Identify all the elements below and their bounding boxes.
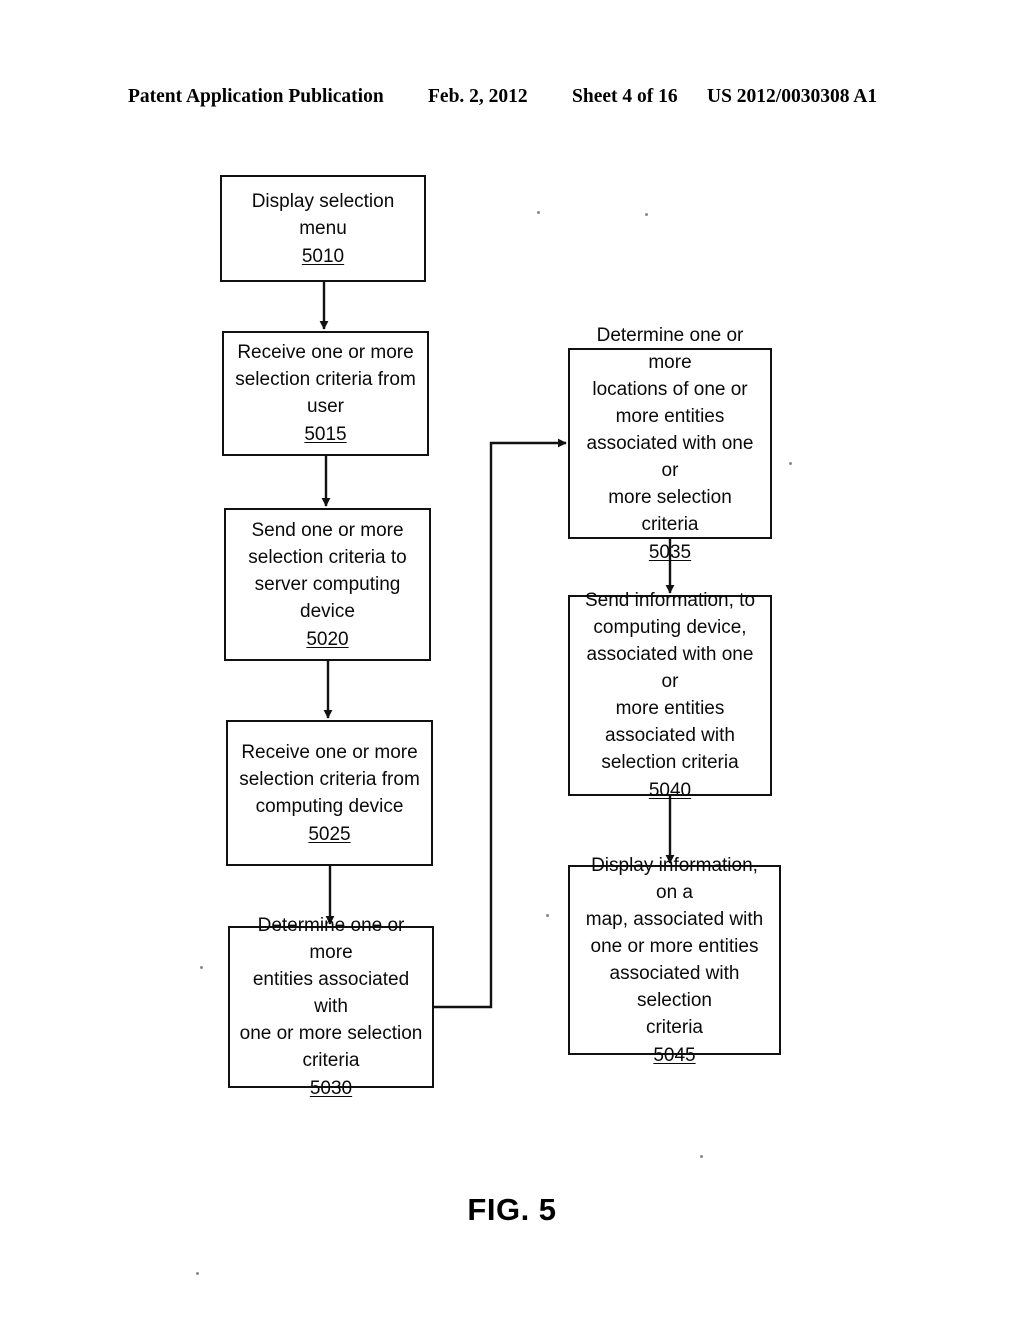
scan-speckle xyxy=(200,966,203,969)
flowchart-node-5020-text: Send one or more selection criteria to s… xyxy=(248,519,407,622)
flowchart-node-5040-text: Send information, to computing device, a… xyxy=(584,590,756,773)
flowchart-node-5035-text: Determine one or more locations of one o… xyxy=(586,324,754,535)
flowchart-node-5045-ref: 5045 xyxy=(653,1044,696,1066)
flowchart-node-5025[interactable]: Receive one or more selection criteria f… xyxy=(226,720,433,866)
scan-speckle xyxy=(537,211,540,214)
flowchart-node-5015[interactable]: Receive one or more selection criteria f… xyxy=(222,331,429,456)
flowchart-connector-layer xyxy=(319,282,675,1009)
flowchart-node-5040[interactable]: Send information, to computing device, a… xyxy=(568,590,772,801)
flowchart-node-5015-text: Receive one or more selection criteria f… xyxy=(235,342,416,417)
scan-speckle xyxy=(700,1155,703,1158)
flowchart-node-5030-text: Determine one or more entities associate… xyxy=(239,915,423,1071)
flowchart-diagram: Display selection menu 5010 Receive one … xyxy=(0,0,1024,1320)
flowchart-node-5025-text: Receive one or more selection criteria f… xyxy=(239,741,420,817)
scan-speckle xyxy=(645,213,648,216)
figure-caption: FIG. 5 xyxy=(467,1192,557,1227)
flowchart-node-5020-ref: 5020 xyxy=(306,628,349,650)
flowchart-node-5025-ref: 5025 xyxy=(308,823,351,845)
flowchart-node-5015-ref: 5015 xyxy=(304,424,347,445)
flowchart-node-5010[interactable]: Display selection menu 5010 xyxy=(220,175,426,282)
flowchart-node-5035[interactable]: Determine one or more locations of one o… xyxy=(568,325,772,563)
scan-speckle xyxy=(546,914,549,917)
flowchart-node-5020[interactable]: Send one or more selection criteria to s… xyxy=(224,508,431,661)
flowchart-node-5030-ref: 5030 xyxy=(309,1078,353,1099)
flowchart-node-5040-ref: 5040 xyxy=(648,780,692,801)
flowchart-node-5045[interactable]: Display information, on a map, associate… xyxy=(568,855,781,1066)
flowchart-node-5045-text: Display information, on a map, associate… xyxy=(585,854,764,1038)
scan-speckle xyxy=(789,462,792,465)
scan-speckle xyxy=(196,1272,199,1275)
flowchart-node-5010-text: Display selection menu xyxy=(251,190,395,239)
edge-5030-to-5035 xyxy=(434,438,567,1009)
flowchart-node-5030[interactable]: Determine one or more entities associate… xyxy=(228,915,434,1099)
flowchart-node-5010-ref: 5010 xyxy=(301,245,345,267)
flowchart-node-5035-ref: 5035 xyxy=(648,541,692,563)
